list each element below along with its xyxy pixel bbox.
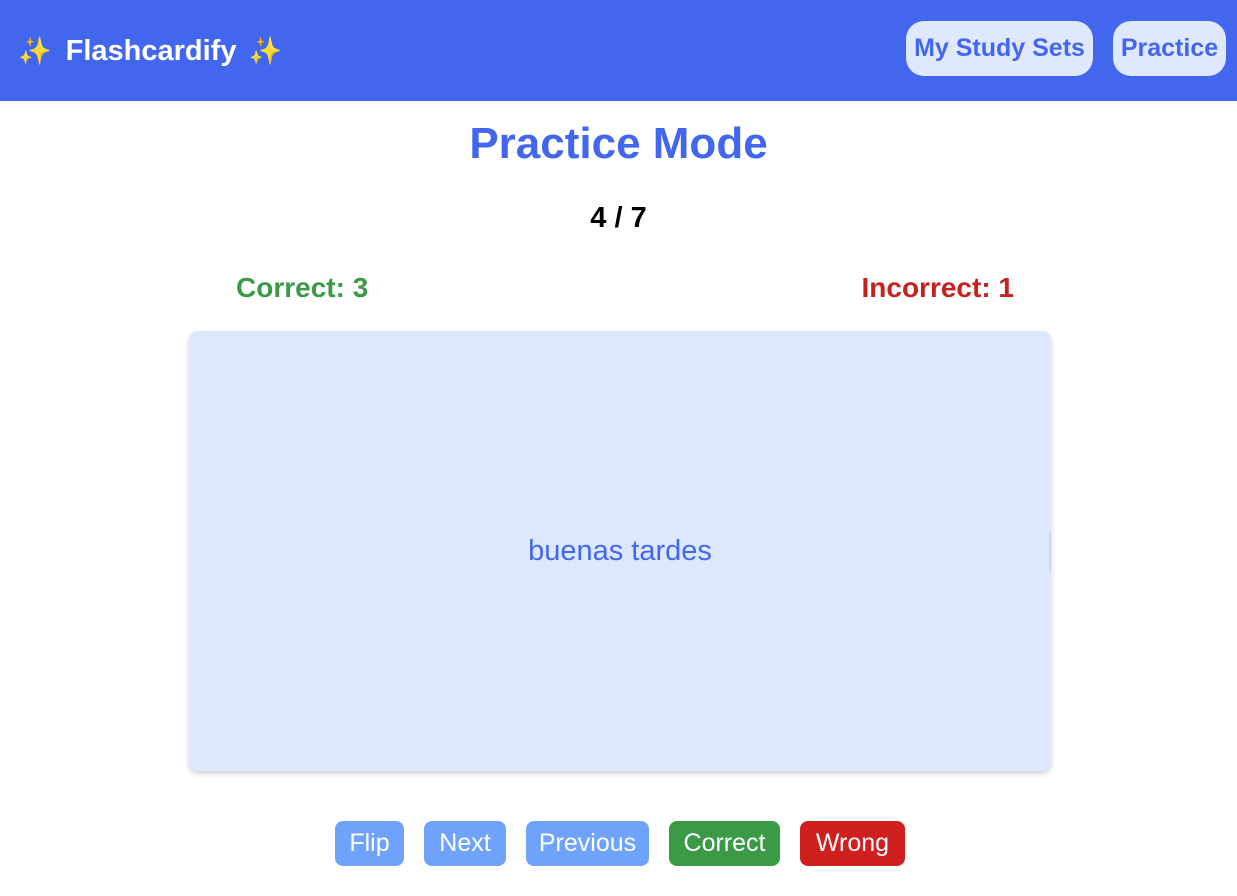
- previous-button[interactable]: Previous: [526, 821, 649, 866]
- flashcard[interactable]: buenas tardes: [189, 331, 1051, 771]
- sparkles-icon: ✨: [248, 35, 283, 66]
- sparkles-icon: ✨: [18, 35, 52, 66]
- top-navbar: ✨ Flashcardify ✨ My Study Sets Practice: [0, 0, 1237, 101]
- correct-count: Correct: 3: [236, 272, 369, 303]
- mark-correct-button[interactable]: Correct: [669, 821, 780, 866]
- app-brand[interactable]: ✨ Flashcardify ✨: [18, 32, 282, 70]
- flip-button[interactable]: Flip: [335, 821, 404, 866]
- card-controls: Flip Next Previous Correct Wrong: [0, 821, 1237, 866]
- incorrect-count: Incorrect: 1: [861, 272, 1015, 303]
- flashcard-text: buenas tardes: [528, 534, 712, 567]
- app-title: Flashcardify: [65, 34, 237, 67]
- nav-practice-button[interactable]: Practice: [1113, 21, 1226, 76]
- page-title: Practice Mode: [469, 119, 768, 168]
- next-button[interactable]: Next: [424, 821, 506, 866]
- card-edge-divider: [1049, 531, 1051, 571]
- nav-my-study-sets-button[interactable]: My Study Sets: [906, 21, 1093, 76]
- mark-wrong-button[interactable]: Wrong: [800, 821, 905, 866]
- card-progress-counter: 4 / 7: [590, 202, 647, 234]
